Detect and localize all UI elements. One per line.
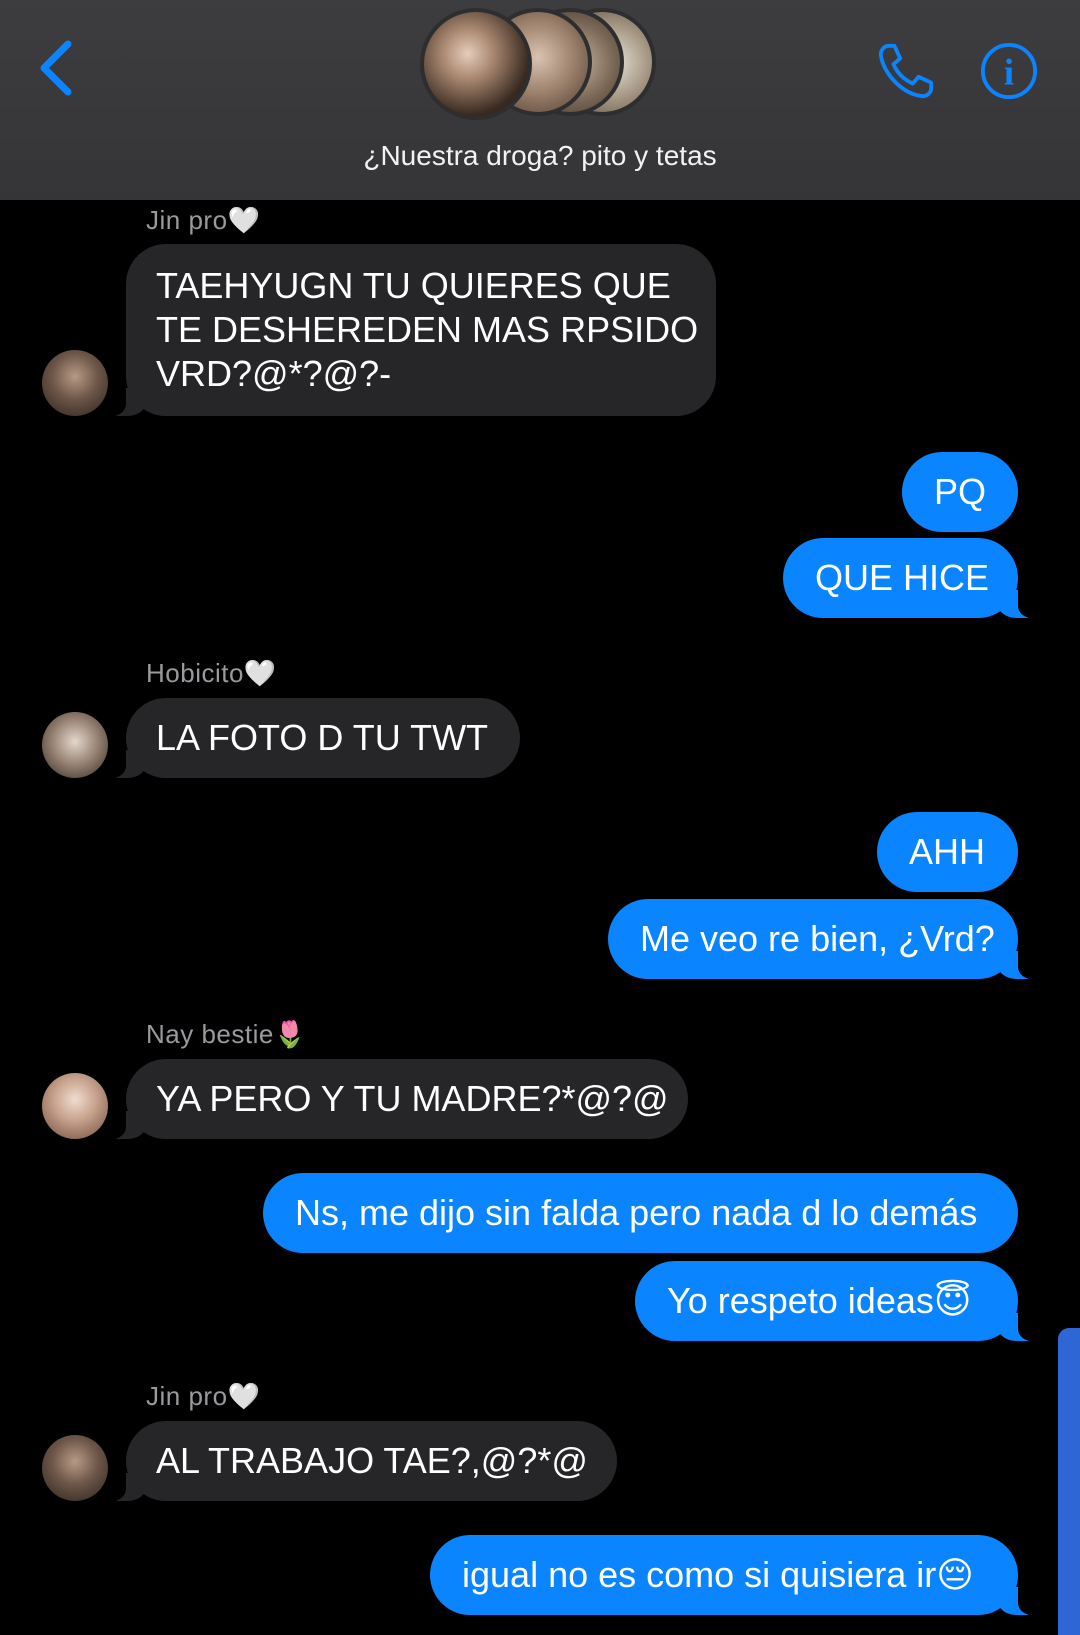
message-text: igual no es como si quisiera ir😔 bbox=[462, 1554, 974, 1595]
message-text: Me veo re bien, ¿Vrd? bbox=[640, 918, 995, 959]
avatar[interactable] bbox=[42, 1435, 108, 1501]
message-text-line: TAEHYUGN TU QUIERES QUE bbox=[156, 265, 671, 306]
outgoing-message-bubble[interactable]: PQ bbox=[902, 452, 1018, 532]
scrollbar[interactable] bbox=[1058, 1328, 1080, 1635]
sender-name: Jin pro🤍 bbox=[146, 1381, 261, 1411]
incoming-message-bubble[interactable]: AL TRABAJO TAE?,@?*@ bbox=[100, 1421, 617, 1501]
message-text-line: VRD?@*?@?- bbox=[156, 353, 392, 394]
sender-name: Nay bestie🌷 bbox=[146, 1019, 307, 1049]
info-glyph: i bbox=[1004, 52, 1014, 93]
group-avatars[interactable] bbox=[420, 8, 660, 120]
message-text: QUE HICE bbox=[815, 557, 990, 598]
sender-name: Hobicito🤍 bbox=[146, 658, 277, 688]
outgoing-message-bubble[interactable]: AHH bbox=[877, 812, 1018, 892]
outgoing-message-bubble[interactable]: QUE HICE bbox=[783, 538, 1044, 618]
message-text: PQ bbox=[933, 471, 986, 512]
group-name[interactable]: ¿Nuestra droga? pito y tetas bbox=[0, 140, 1080, 172]
message-text: AHH bbox=[909, 831, 986, 872]
outgoing-message-bubble[interactable]: igual no es como si quisiera ir😔 bbox=[430, 1535, 1044, 1615]
phone-icon[interactable] bbox=[875, 40, 937, 102]
message-text: YA PERO Y TU MADRE?*@?@ bbox=[156, 1078, 669, 1119]
message-text: Yo respeto ideas😇 bbox=[667, 1280, 972, 1321]
message-text-line: TE DESHEREDEN MAS RPSIDO bbox=[156, 309, 699, 350]
outgoing-message-bubble[interactable]: Me veo re bien, ¿Vrd? bbox=[608, 899, 1044, 979]
outgoing-message-bubble[interactable]: Ns, me dijo sin falda pero nada d lo dem… bbox=[263, 1173, 1018, 1253]
incoming-message-bubble[interactable]: TAEHYUGN TU QUIERES QUE TE DESHEREDEN MA… bbox=[100, 244, 716, 416]
incoming-message-bubble[interactable]: LA FOTO D TU TWT bbox=[100, 698, 520, 778]
message-text: LA FOTO D TU TWT bbox=[156, 717, 489, 758]
group-member-avatar bbox=[420, 8, 532, 120]
outgoing-message-bubble[interactable]: Yo respeto ideas😇 bbox=[635, 1261, 1044, 1341]
avatar[interactable] bbox=[42, 712, 108, 778]
conversation-header: ¿Nuestra droga? pito y tetas i bbox=[0, 0, 1080, 200]
info-icon[interactable]: i bbox=[980, 42, 1038, 100]
back-chevron-icon[interactable] bbox=[36, 38, 76, 98]
incoming-message-bubble[interactable]: YA PERO Y TU MADRE?*@?@ bbox=[100, 1059, 688, 1139]
avatar[interactable] bbox=[42, 350, 108, 416]
message-text: AL TRABAJO TAE?,@?*@ bbox=[156, 1440, 588, 1481]
sender-name: Jin pro🤍 bbox=[146, 205, 261, 235]
avatar[interactable] bbox=[42, 1073, 108, 1139]
message-text: Ns, me dijo sin falda pero nada d lo dem… bbox=[295, 1192, 978, 1233]
